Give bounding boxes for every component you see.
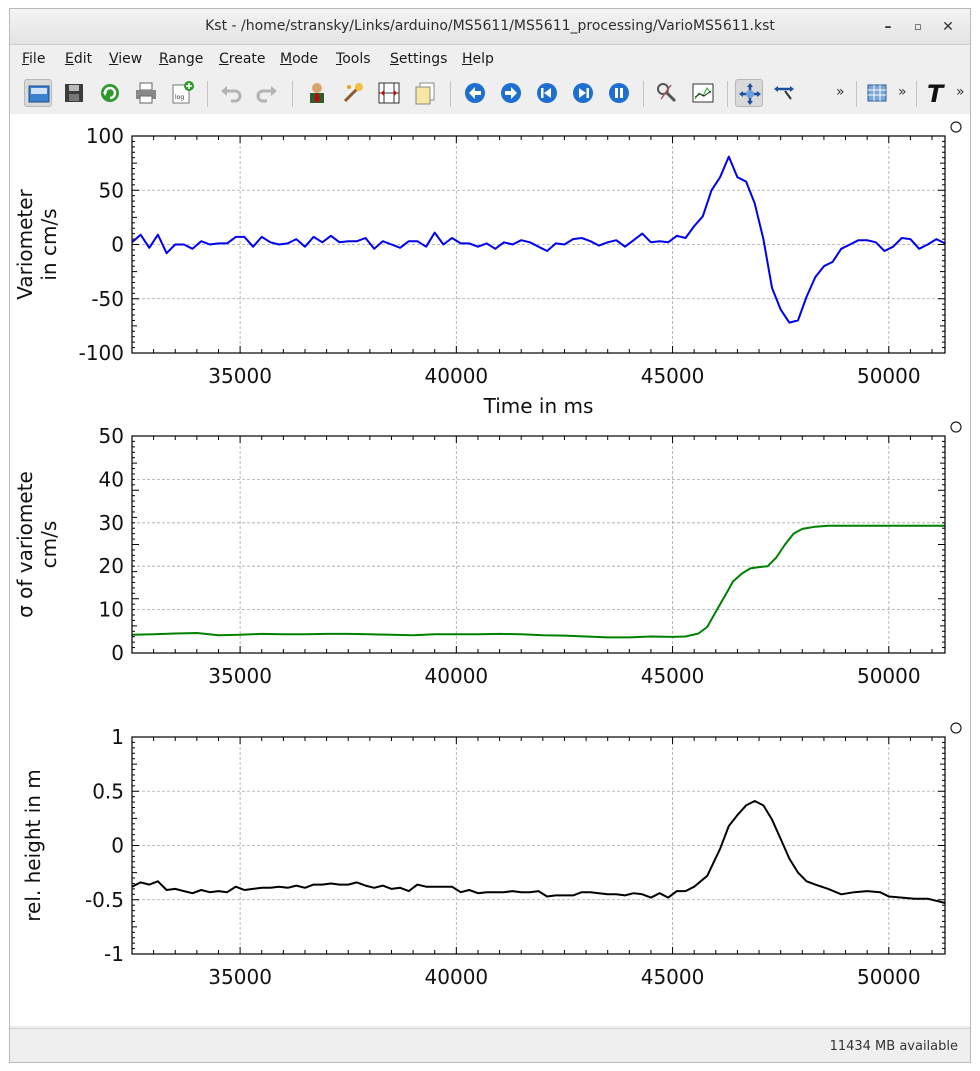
plot-2[interactable]: 35000 40000 45000 50000 50 40 30 20 10 0 σ of vari… — [13, 421, 962, 688]
plot-canvas[interactable]: 35000 40000 45000 50000 100 50 0 -50 -100 Variome… — [10, 114, 970, 1026]
y-tick-label: -50 — [91, 287, 124, 311]
x-tick-label: 45000 — [641, 364, 705, 388]
change-data-sample-icon[interactable] — [375, 79, 403, 107]
print-icon[interactable] — [132, 79, 160, 107]
toolbar-overflow-icon-2[interactable]: » — [898, 84, 907, 100]
change-data-file-icon[interactable] — [411, 79, 439, 107]
x-tick-label: 35000 — [208, 364, 272, 388]
menu-help[interactable]: Help — [462, 51, 494, 67]
menu-file[interactable]: File — [22, 51, 45, 67]
export-log-icon[interactable]: log — [168, 79, 196, 107]
close-icon[interactable]: ✕ — [938, 17, 958, 37]
menu-view[interactable]: View — [109, 51, 142, 67]
status-bar: 11434 MB available — [10, 1028, 970, 1062]
zoom-mode-icon[interactable] — [653, 79, 681, 107]
y-tick-label: 0 — [111, 641, 124, 665]
plot-3[interactable]: 35000 40000 45000 50000 1 0.5 0 -0.5 -1 rel. heig… — [21, 722, 962, 989]
window-title: Kst - /home/stransky/Links/arduino/MS561… — [205, 18, 775, 34]
x-tick-label: 40000 — [425, 364, 489, 388]
y-tick-label: 40 — [99, 467, 124, 491]
menu-create[interactable]: Create — [219, 51, 266, 67]
y-tick-label: 50 — [99, 424, 124, 448]
plot-handle-icon[interactable] — [950, 722, 962, 734]
tied-zoom-icon[interactable] — [735, 79, 763, 107]
series-line-1 — [131, 155, 946, 324]
y-tick-label: -0.5 — [85, 888, 124, 912]
layout-mode-icon[interactable] — [689, 79, 717, 107]
y-axis-label: rel. height in m — [21, 769, 45, 922]
x-tick-label: 50000 — [857, 664, 921, 688]
app-window: Kst - /home/stransky/Links/arduino/MS561… — [9, 8, 971, 1063]
x-tick-label: 50000 — [857, 364, 921, 388]
x-axis-label: Time in ms — [483, 394, 594, 418]
y-tick-label: 30 — [99, 511, 124, 535]
menu-bar: File Edit View Range Create Mode Tools Settings… — [10, 46, 970, 72]
svg-text:T: T — [927, 80, 945, 107]
y-tick-label: 1 — [111, 725, 124, 749]
menu-range[interactable]: Range — [159, 51, 203, 67]
y-tick-label: 10 — [99, 598, 124, 622]
save-icon[interactable] — [60, 79, 88, 107]
y-tick-label: 20 — [99, 554, 124, 578]
toolbar-overflow-icon-3[interactable]: » — [956, 84, 965, 100]
plot-handle-icon[interactable] — [950, 121, 962, 133]
menu-mode[interactable]: Mode — [280, 51, 318, 67]
series-line-3 — [131, 800, 946, 904]
menu-settings[interactable]: Settings — [390, 51, 447, 67]
reload-icon[interactable] — [96, 79, 124, 107]
y-tick-label: 0.5 — [92, 779, 124, 803]
y-tick-label: 100 — [86, 124, 124, 148]
text-icon[interactable]: T — [923, 79, 951, 108]
x-tick-label: 35000 — [208, 664, 272, 688]
open-icon[interactable] — [24, 79, 52, 107]
y-axis-label: σ of variomete — [13, 471, 37, 618]
plot-frame — [131, 435, 946, 654]
forward-icon[interactable] — [497, 79, 525, 107]
y-tick-label: 0 — [111, 233, 124, 257]
memory-status: 11434 MB available — [829, 1039, 958, 1054]
y-tick-label: -100 — [79, 341, 124, 365]
y-tick-label: 0 — [111, 834, 124, 858]
read-to-end-icon[interactable] — [569, 79, 597, 107]
main-toolbar: log » » T » — [10, 72, 970, 114]
x-tick-label: 40000 — [425, 965, 489, 989]
y-tick-label: 50 — [99, 178, 124, 202]
y-axis-label: Variometer — [13, 188, 37, 299]
read-from-end-icon[interactable] — [533, 79, 561, 107]
minimize-icon[interactable]: – — [878, 17, 898, 37]
x-tick-label: 45000 — [641, 965, 705, 989]
y-axis-label: in cm/s — [37, 208, 61, 280]
x-tick-label: 45000 — [641, 664, 705, 688]
series-line-2 — [131, 524, 945, 639]
data-manager-icon[interactable] — [303, 79, 331, 107]
x-tick-label: 40000 — [425, 664, 489, 688]
back-icon[interactable] — [461, 79, 489, 107]
data-wizard-icon[interactable] — [339, 79, 367, 107]
zoom-x-icon[interactable] — [771, 79, 799, 107]
plot-1[interactable]: 35000 40000 45000 50000 100 50 0 -50 -100 Variome… — [13, 121, 962, 418]
plots-svg[interactable]: 35000 40000 45000 50000100500-50-100Variome… — [10, 114, 970, 1026]
svg-text:log: log — [175, 94, 184, 101]
pause-icon[interactable] — [605, 79, 633, 107]
menu-tools[interactable]: Tools — [336, 51, 371, 67]
table-icon[interactable] — [863, 79, 891, 107]
y-axis-label: cm/s — [37, 521, 61, 569]
toolbar-overflow-icon[interactable]: » — [836, 84, 845, 100]
undo-icon[interactable] — [217, 79, 245, 107]
x-tick-label: 50000 — [857, 965, 921, 989]
y-tick-label: -1 — [104, 942, 124, 966]
maximize-icon[interactable]: ▫ — [908, 17, 928, 37]
menu-edit[interactable]: Edit — [65, 51, 92, 67]
redo-icon[interactable] — [253, 79, 281, 107]
plot-handle-icon[interactable] — [950, 421, 962, 433]
title-bar[interactable]: Kst - /home/stransky/Links/arduino/MS561… — [10, 9, 970, 45]
x-tick-label: 35000 — [208, 965, 272, 989]
